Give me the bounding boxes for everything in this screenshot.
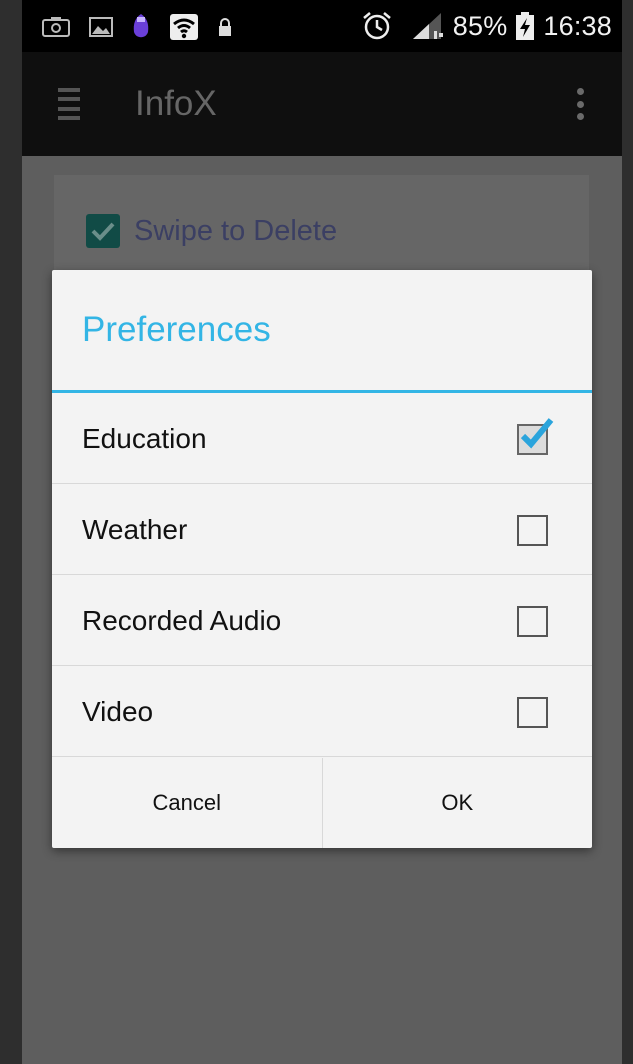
gallery-icon <box>89 16 113 38</box>
ok-button[interactable]: OK <box>321 758 593 848</box>
swipe-to-delete-label: Swipe to Delete <box>134 215 338 247</box>
battery-percent: 85% <box>452 10 508 41</box>
pref-label: Recorded Audio <box>82 605 282 636</box>
recorded-audio-checkbox[interactable] <box>517 606 548 637</box>
video-checkbox[interactable] <box>517 697 548 728</box>
swipe-to-delete-setting[interactable]: Swipe to Delete <box>54 175 589 275</box>
lock-icon <box>218 17 232 37</box>
wifi-icon <box>169 13 199 41</box>
dialog-title: Preferences <box>82 310 271 349</box>
weather-checkbox[interactable] <box>517 515 548 546</box>
status-bar: 85% 16:38 <box>22 0 622 52</box>
preferences-dialog: Preferences Education Weather Recorded A… <box>52 270 592 848</box>
pref-item-education[interactable]: Education <box>52 393 592 484</box>
swipe-to-delete-checkbox[interactable] <box>86 214 120 248</box>
preferences-list: Education Weather Recorded Audio Video <box>52 393 592 757</box>
overflow-menu-icon[interactable] <box>576 88 584 120</box>
pref-label: Video <box>82 696 154 727</box>
action-bar: InfoX <box>22 52 622 156</box>
pref-item-video[interactable]: Video <box>52 666 592 757</box>
battery-charging-icon <box>515 11 535 41</box>
screen: 85% 16:38 InfoX Swipe to Delete Preferen… <box>22 0 622 1064</box>
clock: 16:38 <box>543 10 612 41</box>
cancel-button[interactable]: Cancel <box>52 758 322 848</box>
dialog-buttons: Cancel OK <box>52 758 592 848</box>
pref-label: Education <box>82 423 207 454</box>
device-frame: 85% 16:38 InfoX Swipe to Delete Preferen… <box>0 0 633 1064</box>
pref-label: Weather <box>82 514 188 545</box>
app-title: InfoX <box>135 84 217 123</box>
education-checkbox[interactable] <box>517 418 554 455</box>
pref-item-recorded-audio[interactable]: Recorded Audio <box>52 575 592 666</box>
app-notification-icon <box>132 12 150 42</box>
screenshot-icon <box>42 16 70 38</box>
signal-icon <box>411 11 445 41</box>
status-icons-right: 85% 16:38 <box>361 6 612 46</box>
status-icons-left <box>42 12 232 42</box>
alarm-icon <box>361 10 393 42</box>
pref-item-weather[interactable]: Weather <box>52 484 592 575</box>
hamburger-menu-icon[interactable] <box>58 88 80 120</box>
